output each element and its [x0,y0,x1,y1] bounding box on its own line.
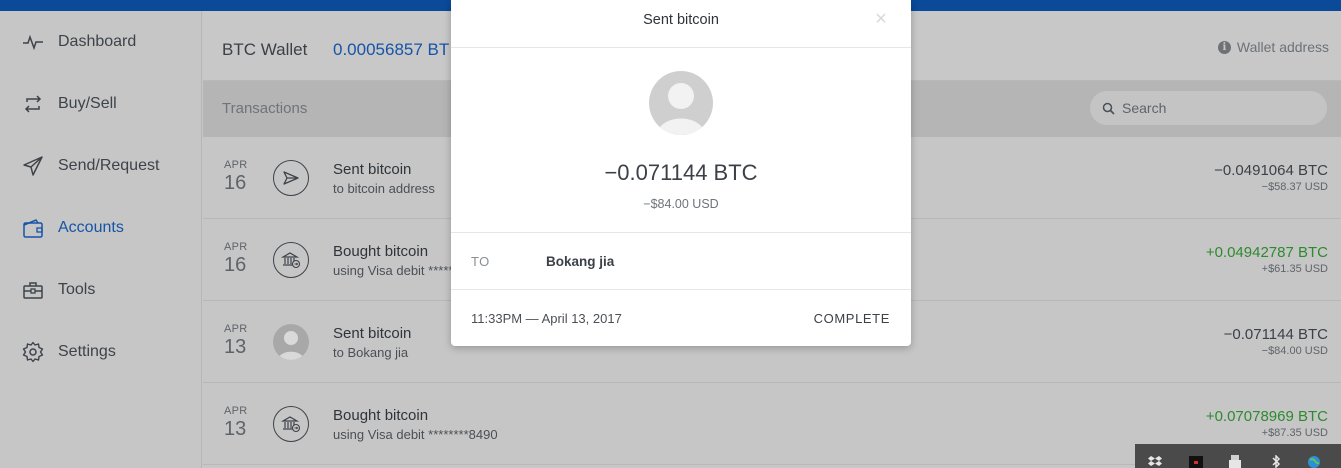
usb-drive-icon[interactable] [1228,455,1242,468]
tx-subtitle: to Bokang jia [333,345,409,360]
sidebar-item-label: Buy/Sell [58,95,117,112]
wallet-icon [23,219,43,238]
tx-title: Bought bitcoin [333,407,429,424]
wallet-balance: 0.00056857 BT [333,40,450,59]
recipient-name: Bokang jia [546,254,615,269]
tx-day: 13 [224,336,247,358]
modal-btc-amount: −0.071144 BTC [604,160,758,185]
tx-day: 13 [224,418,247,440]
bank-icon [281,416,301,433]
tx-day: 16 [224,172,247,194]
tx-month: APR [224,241,248,253]
search-input[interactable] [1122,100,1312,116]
wallet-address-link[interactable]: i Wallet address [1217,39,1329,55]
search-icon [1102,102,1115,115]
sidebar-item-label: Settings [58,343,116,360]
tx-title: Bought bitcoin [333,243,429,260]
sidebar-item-buy-sell[interactable]: Buy/Sell [0,84,202,124]
divider [451,289,911,290]
tx-month: APR [224,405,248,417]
paper-plane-icon [23,156,43,176]
tx-amount: +0.04942787 BTC [1205,244,1328,261]
transaction-datetime: 11:33PM — April 13, 2017 [471,311,622,326]
sidebar-item-tools[interactable]: Tools [0,270,202,310]
bank-icon [281,252,301,269]
sidebar-item-label: Dashboard [58,33,137,50]
wallet-title: BTC Wallet [222,40,308,59]
tx-type-icon [273,160,309,196]
toolbox-icon [23,282,43,299]
dropbox-icon[interactable] [1148,455,1162,468]
paper-plane-icon [283,171,299,185]
tx-type-icon [273,242,309,278]
user-silhouette-icon [278,331,304,360]
tx-month: APR [224,159,248,171]
recipient-avatar [649,71,713,135]
pulse-icon [23,34,43,51]
exchange-icon [24,95,42,113]
network-globe-icon[interactable] [1307,455,1321,468]
tx-title: Sent bitcoin [333,161,412,178]
divider [451,232,911,233]
tx-amount: −0.071144 BTC [1223,326,1328,343]
status-badge: COMPLETE [813,311,890,326]
tx-amount: +0.07078969 BTC [1205,408,1328,425]
tx-subtitle: to bitcoin address [333,181,435,196]
tx-amount: −0.0491064 BTC [1214,162,1328,179]
bluetooth-icon[interactable] [1269,455,1283,468]
tx-fiat-amount: +$87.35 USD [1261,427,1328,439]
sidebar: Dashboard Buy/Sell Send/Request Accounts… [0,11,202,468]
tx-title: Sent bitcoin [333,325,412,342]
sidebar-item-send-request[interactable]: Send/Request [0,146,202,186]
gear-icon [22,341,44,363]
modal-header: Sent bitcoin × [451,0,911,48]
sidebar-item-label: Tools [58,281,96,298]
tx-month: APR [224,323,248,335]
sidebar-item-settings[interactable]: Settings [0,332,202,372]
user-silhouette-icon [657,83,705,135]
tx-type-icon [273,406,309,442]
tx-day: 16 [224,254,247,276]
tx-fiat-amount: −$84.00 USD [1261,345,1328,357]
tx-subtitle: using Visa debit ******** [333,263,469,278]
user-avatar [273,324,309,360]
sidebar-item-accounts[interactable]: Accounts [0,208,202,248]
system-tray [1135,444,1341,468]
wallet-address-label: Wallet address [1236,39,1329,55]
transaction-detail-modal: Sent bitcoin × −0.071144 BTC −$84.00 USD… [451,0,911,346]
modal-usd-amount: −$84.00 USD [643,197,719,211]
sidebar-item-dashboard[interactable]: Dashboard [0,22,202,62]
transactions-title: Transactions [222,100,308,117]
close-icon[interactable]: × [872,9,890,29]
sidebar-item-label: Accounts [58,219,124,236]
modal-title: Sent bitcoin [643,12,719,28]
sidebar-item-label: Send/Request [58,157,160,174]
monitor-icon[interactable] [1189,455,1203,468]
tx-fiat-amount: −$58.37 USD [1261,181,1328,193]
to-label: TO [471,254,490,269]
search-box[interactable] [1090,91,1327,125]
tx-subtitle: using Visa debit ********8490 [333,427,498,442]
tx-fiat-amount: +$61.35 USD [1261,263,1328,275]
info-icon: i [1217,40,1231,54]
